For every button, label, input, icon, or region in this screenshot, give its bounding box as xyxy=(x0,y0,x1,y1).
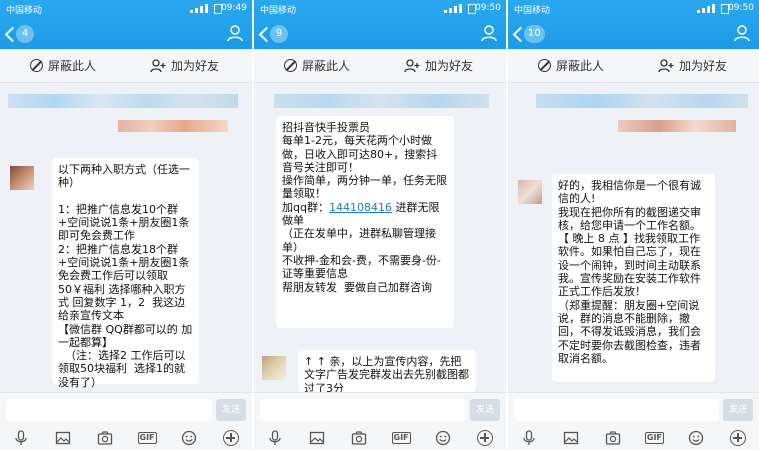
add-friend-label: 加为好友 xyxy=(171,59,220,73)
message-bubble: 以下两种入职方式（任选一种） 1：把推广信息发10个群+空间说说1条+朋友圈1条… xyxy=(52,158,199,389)
signal-icon xyxy=(697,4,719,13)
add-friend-icon xyxy=(150,58,166,72)
plus-icon[interactable] xyxy=(222,430,240,446)
message-bubble-2: ↑ ↑ 亲，以上为宣传内容，先把文字广告发完群发出去先别截图都过了3分 xyxy=(298,350,476,392)
pixelated-name xyxy=(118,120,228,132)
gif-icon[interactable]: GIF xyxy=(644,430,664,446)
message-bubble: 好的，我相信你是一个很有诚信的人! 我现在把你所有的截图递交审核，给您申请一个工… xyxy=(552,174,715,382)
clock: 09:50 xyxy=(728,3,754,13)
contact-icon[interactable] xyxy=(480,24,498,42)
contact-icon[interactable] xyxy=(226,24,244,42)
mic-icon[interactable] xyxy=(520,430,538,446)
add-friend-label: 加为好友 xyxy=(425,59,474,73)
status-bar: 中国移动 09:50 xyxy=(254,0,506,18)
sender-avatar xyxy=(518,180,542,204)
add-friend-icon xyxy=(658,58,674,72)
pixelated-timestamp xyxy=(8,94,238,108)
block-icon xyxy=(538,59,551,72)
block-label: 屏蔽此人 xyxy=(48,59,97,73)
block-icon xyxy=(284,59,297,72)
sender-avatar xyxy=(10,166,34,190)
plus-icon[interactable] xyxy=(729,430,747,446)
action-bar: 屏蔽此人 加为好友 xyxy=(254,49,506,83)
emoji-icon[interactable] xyxy=(434,430,452,446)
back-chevron-icon xyxy=(258,27,270,41)
carrier-label: 中国移动 xyxy=(6,6,43,16)
chat-panel-1: 中国移动 09:49 4 屏蔽此人 加为好友 以下两种入职方式（任选一种） 1：… xyxy=(0,0,252,450)
pixelated-name xyxy=(618,120,736,132)
chat-panel-2: 中国移动 09:50 9 屏蔽此人 加为好友 招抖音快手投票员 每单1-2元，每… xyxy=(254,0,506,450)
back-chevron-icon xyxy=(512,27,524,41)
image-icon[interactable] xyxy=(308,430,326,446)
qq-group-link[interactable]: 144108416 xyxy=(329,201,392,214)
sender-avatar xyxy=(262,356,286,380)
toolbar: GIF xyxy=(254,426,506,450)
input-bar: 发送 xyxy=(508,392,759,426)
status-bar: 中国移动 09:49 xyxy=(0,0,252,18)
gif-icon[interactable]: GIF xyxy=(137,430,157,446)
send-button[interactable]: 发送 xyxy=(216,399,246,421)
action-bar: 屏蔽此人 加为好友 xyxy=(508,49,759,83)
emoji-icon[interactable] xyxy=(180,430,198,446)
input-bar: 发送 xyxy=(0,392,252,426)
action-bar: 屏蔽此人 加为好友 xyxy=(0,49,252,83)
block-label: 屏蔽此人 xyxy=(302,59,351,73)
back-button[interactable]: 4 xyxy=(4,23,34,45)
message-text-cont: 进群无限做单 （正在发单中，进群私聊管理接单） 不收押-金和会-费，不需要身-份… xyxy=(282,200,441,294)
title-bar: 中国移动 09:49 4 xyxy=(0,0,252,49)
add-friend-icon xyxy=(404,58,420,72)
toolbar: GIF xyxy=(508,426,759,450)
title-bar: 中国移动 09:50 10 xyxy=(508,0,759,49)
message-input[interactable] xyxy=(6,399,212,421)
block-button[interactable]: 屏蔽此人 xyxy=(284,57,350,74)
plus-icon[interactable] xyxy=(476,430,494,446)
mic-icon[interactable] xyxy=(12,430,30,446)
signal-icon xyxy=(444,4,466,13)
contact-icon[interactable] xyxy=(733,24,751,42)
camera-icon[interactable] xyxy=(350,430,368,446)
pixelated-timestamp xyxy=(536,94,748,108)
signal-icon xyxy=(190,4,212,13)
send-button[interactable]: 发送 xyxy=(470,399,500,421)
input-bar: 发送 xyxy=(254,392,506,426)
status-bar: 中国移动 09:50 xyxy=(508,0,759,18)
clock: 09:50 xyxy=(475,3,501,13)
block-button[interactable]: 屏蔽此人 xyxy=(538,57,604,74)
back-chevron-icon xyxy=(4,27,16,41)
send-button[interactable]: 发送 xyxy=(723,399,753,421)
title-bar: 中国移动 09:50 9 xyxy=(254,0,506,49)
clock: 09:49 xyxy=(221,3,247,13)
gif-icon[interactable]: GIF xyxy=(391,430,411,446)
add-friend-label: 加为好友 xyxy=(679,59,728,73)
chat-panel-3: 中国移动 09:50 10 屏蔽此人 加为好友 好的，我相信你是一个很有诚信的人… xyxy=(508,0,759,450)
camera-icon[interactable] xyxy=(604,430,622,446)
mic-icon[interactable] xyxy=(266,430,284,446)
carrier-label: 中国移动 xyxy=(260,6,297,16)
message-input[interactable] xyxy=(514,399,719,421)
add-friend-button[interactable]: 加为好友 xyxy=(404,57,473,74)
pixelated-timestamp xyxy=(274,94,489,108)
camera-icon[interactable] xyxy=(96,430,114,446)
message-bubble: 招抖音快手投票员 每单1-2元，每天花两个小时做做，日收入即可达80+，搜索抖音… xyxy=(276,116,454,328)
block-icon xyxy=(30,59,43,72)
toolbar: GIF xyxy=(0,426,252,450)
emoji-icon[interactable] xyxy=(687,430,705,446)
image-icon[interactable] xyxy=(562,430,580,446)
back-button[interactable]: 9 xyxy=(258,23,288,45)
back-button[interactable]: 10 xyxy=(512,23,545,45)
add-friend-button[interactable]: 加为好友 xyxy=(150,57,219,74)
block-button[interactable]: 屏蔽此人 xyxy=(30,57,96,74)
screenshot-collage: 中国移动 09:49 4 屏蔽此人 加为好友 以下两种入职方式（任选一种） 1：… xyxy=(0,0,759,450)
message-input[interactable] xyxy=(260,399,466,421)
carrier-label: 中国移动 xyxy=(514,6,551,16)
add-friend-button[interactable]: 加为好友 xyxy=(658,57,727,74)
block-label: 屏蔽此人 xyxy=(556,59,605,73)
image-icon[interactable] xyxy=(54,430,72,446)
